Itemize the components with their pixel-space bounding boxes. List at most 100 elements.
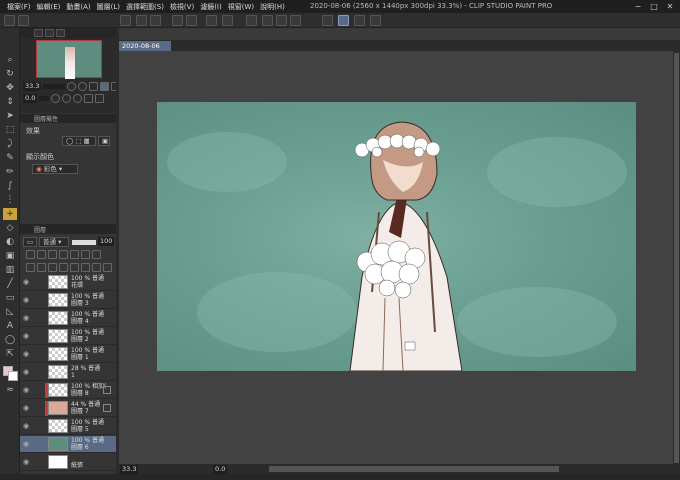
layer-row[interactable]: ◉ 28 % 普通 1 xyxy=(20,364,116,381)
menu-filter[interactable]: 濾鏡(I) xyxy=(197,2,225,12)
vertical-scroll-thumb[interactable] xyxy=(674,53,679,463)
layer-lock-slot[interactable] xyxy=(36,458,42,466)
open-icon[interactable] xyxy=(18,15,29,26)
actual-size-icon[interactable] xyxy=(89,81,99,91)
layer-lock-slot[interactable] xyxy=(36,332,42,340)
eye-icon[interactable]: ◉ xyxy=(23,422,29,430)
menu-animation[interactable]: 動畫(A) xyxy=(63,2,93,12)
eye-icon[interactable]: ◉ xyxy=(23,368,29,376)
navigator-zoom-value[interactable]: 33.3 xyxy=(23,81,42,91)
horizontal-scrollbar[interactable] xyxy=(0,474,680,480)
eraser-tool-icon[interactable]: ◇ xyxy=(3,222,17,234)
layer-mode-icon[interactable]: ▭ xyxy=(23,237,37,247)
new-icon[interactable] xyxy=(4,15,15,26)
eye-icon[interactable]: ◉ xyxy=(23,332,29,340)
select-all-icon[interactable] xyxy=(246,15,257,26)
horizontal-scroll-thumb[interactable] xyxy=(269,466,559,472)
status-zoom-value[interactable]: 33.3 xyxy=(120,464,139,474)
airbrush-tool-icon[interactable]: ⋮ xyxy=(3,194,17,206)
figure-tool-icon[interactable]: ╱ xyxy=(3,278,17,290)
maximize-button[interactable]: □ xyxy=(646,0,662,13)
menu-window[interactable]: 視窗(W) xyxy=(225,2,257,12)
eye-icon[interactable]: ◉ xyxy=(23,440,29,448)
layer-row[interactable]: ◉ 100 % 普通 圖層 6 xyxy=(20,436,116,453)
zoom-out-icon[interactable] xyxy=(78,81,88,91)
layer-row[interactable]: ◉ 100 % 普通 圖層 1 xyxy=(20,346,116,363)
rotate-left-icon[interactable] xyxy=(51,93,61,103)
zoom-tool-icon[interactable]: ⌕ xyxy=(3,54,17,66)
layer-lock-slot[interactable] xyxy=(36,368,42,376)
clip-layer-icon[interactable] xyxy=(26,249,35,259)
transparent-color-icon[interactable]: ≈ xyxy=(3,384,17,396)
layer-lock-slot[interactable] xyxy=(36,404,42,412)
transform-icon[interactable] xyxy=(290,15,301,26)
document-tab[interactable]: 2020-08-06 xyxy=(119,41,171,51)
menu-help[interactable]: 說明(H) xyxy=(257,2,288,12)
layer-lock-slot[interactable] xyxy=(36,350,42,358)
canvas[interactable] xyxy=(157,102,636,371)
menu-selection[interactable]: 選擇範圍(S) xyxy=(123,2,167,12)
zoom-in-icon[interactable] xyxy=(67,81,77,91)
clear-icon[interactable] xyxy=(206,15,217,26)
eye-icon[interactable]: ◉ xyxy=(23,350,29,358)
draft-layer-icon[interactable] xyxy=(48,249,57,259)
fit-to-window-icon[interactable] xyxy=(100,81,110,91)
layer-row[interactable]: ◉ 100 % 普通 圖層 5 xyxy=(20,418,116,435)
layer-row[interactable]: ◉ 100 % 普通 圖層 2 xyxy=(20,328,116,345)
lock-transparency-icon[interactable] xyxy=(70,249,79,259)
undo-icon[interactable] xyxy=(172,15,183,26)
eye-icon[interactable]: ◉ xyxy=(23,386,29,394)
vertical-scrollbar[interactable] xyxy=(673,51,680,464)
selection-tool-icon[interactable]: ⬚ xyxy=(3,124,17,136)
layer-search-tab-icon[interactable] xyxy=(56,29,65,37)
layer-tab[interactable]: 圖層 xyxy=(34,225,46,234)
layer-mask-icon[interactable] xyxy=(81,262,90,272)
opacity-value[interactable]: 100 xyxy=(98,237,115,246)
snap-grid-icon[interactable] xyxy=(354,15,365,26)
eye-icon[interactable]: ◉ xyxy=(23,404,29,412)
guide-icon[interactable] xyxy=(370,15,381,26)
rotate-tool-icon[interactable]: ↻ xyxy=(3,68,17,80)
layer-row[interactable]: ◉ 100 % 普通 花環 xyxy=(20,274,116,291)
opacity-slider[interactable] xyxy=(72,240,96,245)
layer-lock-slot[interactable] xyxy=(36,386,42,394)
close-button[interactable]: ✕ xyxy=(662,0,678,13)
layer-row[interactable]: ◉ 100 % 普通 圖層 3 xyxy=(20,292,116,309)
delete-layer-icon[interactable] xyxy=(103,262,112,272)
layer-lock-slot[interactable] xyxy=(36,278,42,286)
minimize-button[interactable]: − xyxy=(630,0,646,13)
sub-color-swatch[interactable] xyxy=(8,371,18,381)
fill-icon[interactable] xyxy=(222,15,233,26)
layer-property-tab[interactable]: 圖層屬性 xyxy=(34,114,58,123)
menu-view[interactable]: 檢視(V) xyxy=(167,2,197,12)
layer-lock-slot[interactable] xyxy=(36,440,42,448)
balloon-tool-icon[interactable]: ◯ xyxy=(3,334,17,346)
merge-down-icon[interactable] xyxy=(70,262,79,272)
clip-studio-icon[interactable] xyxy=(120,15,131,26)
eyedropper-tool-icon[interactable]: ⤸ xyxy=(3,138,17,150)
deselect-icon[interactable] xyxy=(262,15,273,26)
reset-rotation-icon[interactable] xyxy=(73,93,83,103)
snap-ruler-icon[interactable] xyxy=(322,15,333,26)
frame-tool-icon[interactable]: ▭ xyxy=(3,292,17,304)
snap-special-ruler-icon[interactable] xyxy=(338,15,349,26)
flip-vertical-icon[interactable] xyxy=(95,93,105,103)
layer-lock-slot[interactable] xyxy=(36,296,42,304)
fill-tool-icon[interactable]: ▣ xyxy=(3,250,17,262)
ruler-tool-icon[interactable]: ◺ xyxy=(3,306,17,318)
mask-icon[interactable] xyxy=(81,249,90,259)
eye-icon[interactable]: ◉ xyxy=(23,296,29,304)
eye-icon[interactable]: ◉ xyxy=(23,458,29,466)
layer-lock-slot[interactable] xyxy=(36,422,42,430)
flip-horizontal-icon[interactable] xyxy=(84,93,94,103)
eye-icon[interactable]: ◉ xyxy=(23,278,29,286)
operation-tool-icon[interactable]: ➤ xyxy=(3,110,17,122)
transfer-down-icon[interactable] xyxy=(59,262,68,272)
pen-tool-icon[interactable]: ✎ xyxy=(3,152,17,164)
subview-tab-icon[interactable] xyxy=(45,29,54,37)
invert-selection-icon[interactable] xyxy=(276,15,287,26)
export-icon[interactable] xyxy=(150,15,161,26)
text-tool-icon[interactable]: A xyxy=(3,320,17,332)
apply-mask-icon[interactable] xyxy=(92,262,101,272)
menu-layer[interactable]: 圖層(L) xyxy=(94,2,123,12)
